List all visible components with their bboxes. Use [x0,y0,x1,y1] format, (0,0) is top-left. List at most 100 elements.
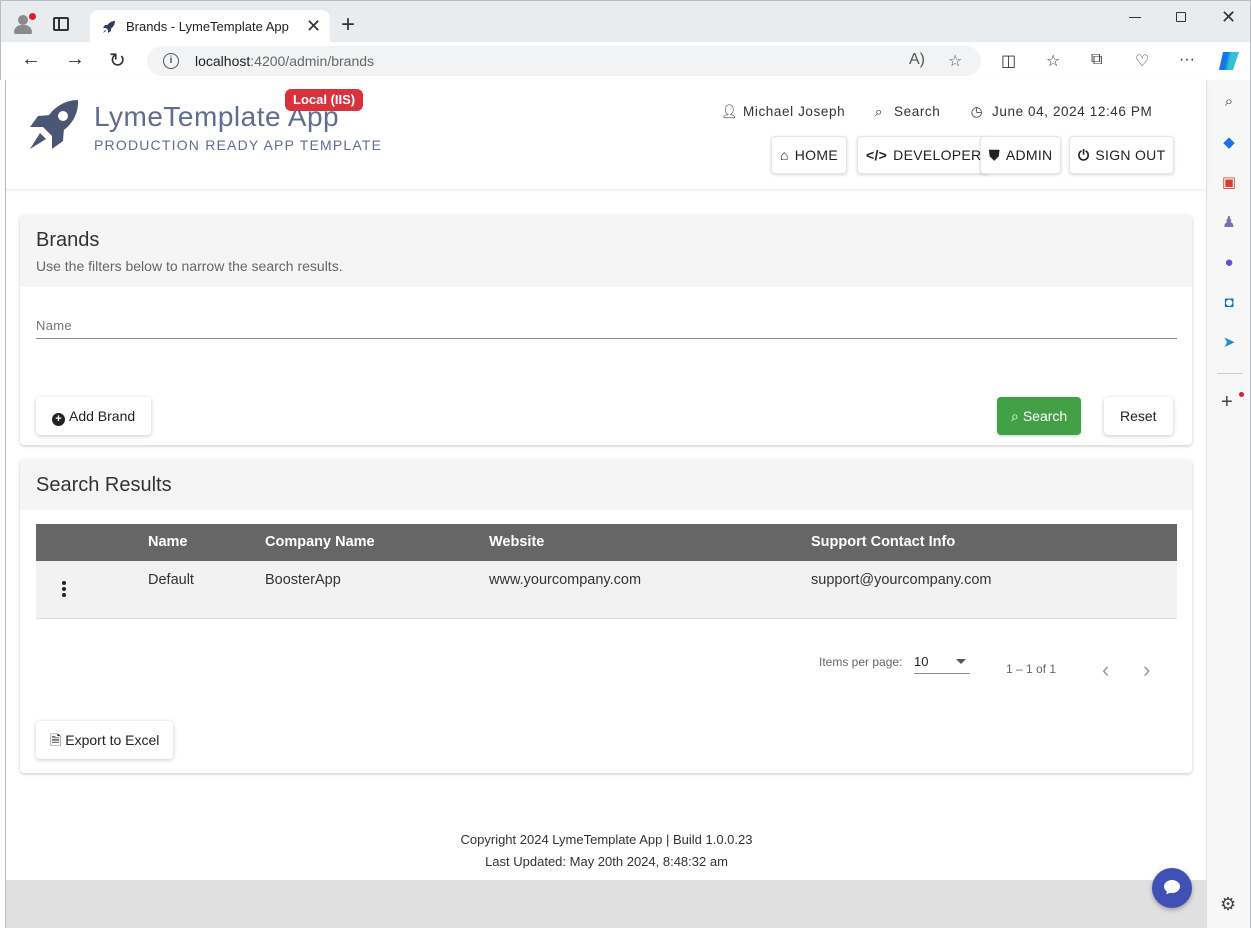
shield-icon: ⛊ [989,147,1000,163]
export-excel-button[interactable]: 🗎︎ Export to Excel [36,721,174,759]
read-aloud-icon[interactable]: A) [909,51,925,69]
search-button-label: Search [1022,408,1068,424]
developer-label: DEVELOPER [893,147,982,163]
datetime-text: June 04, 2024 12:46 PM [992,104,1153,119]
cell-support: support@yourcompany.com [811,572,992,588]
home-button[interactable]: ⌂ HOME [771,136,847,174]
user-menu[interactable]: 👤︎ Michael Joseph [721,104,845,120]
signout-label: SIGN OUT [1095,147,1166,163]
row-actions-menu-icon[interactable] [60,581,68,599]
home-label: HOME [794,147,838,163]
copilot-icon[interactable] [1217,50,1241,72]
cell-company: BoosterApp [265,572,341,588]
filter-card: Brands Use the filters below to narrow t… [20,215,1192,445]
add-sidebar-app-icon[interactable]: + [1221,391,1233,414]
search-icon: ⌕ [874,104,884,119]
sidebar-divider [1217,373,1243,374]
page-title: Brands [36,229,100,251]
shopping-tag-icon[interactable]: ◆ [1219,133,1239,153]
search-button-icon: ⌕ [1011,408,1019,424]
signout-button[interactable]: ⏻ SIGN OUT [1069,136,1175,174]
table-row[interactable]: Default BoosterApp www.yourcompany.com s… [36,561,1177,619]
filter-card-header: Brands Use the filters below to narrow t… [20,215,1192,287]
footer-bar [6,880,1207,928]
refresh-icon[interactable]: ↻ [109,48,126,73]
developer-button[interactable]: </> DEVELOPER [857,136,991,174]
next-page-icon[interactable]: › [1143,657,1150,683]
notification-dot [1239,392,1244,397]
previous-page-icon[interactable]: ‹ [1102,657,1109,683]
column-header-name[interactable]: Name [148,534,188,550]
search-sidebar-icon[interactable]: ⌕ [1219,92,1239,112]
table-header: Name Company Name Website Support Contac… [36,524,1177,561]
page-subtitle: Use the filters below to narrow the sear… [36,258,343,274]
name-filter-label: Name [36,318,72,333]
reset-button[interactable]: Reset [1104,397,1173,435]
favorites-icon[interactable]: ☆ [1046,51,1060,71]
column-header-company[interactable]: Company Name [265,534,375,550]
microsoft365-icon[interactable]: ● [1219,253,1239,273]
favorite-star-icon[interactable]: ☆ [948,51,962,71]
add-brand-button[interactable]: + Add Brand [36,397,152,435]
search-button[interactable]: ⌕ Search [997,397,1082,435]
app-header: LymeTemplate App Local (IIS) PRODUCTION … [6,80,1207,190]
results-title: Search Results [36,474,172,496]
collections-icon[interactable]: ⧉ [1091,51,1102,69]
code-icon: </> [866,147,888,163]
minimize-icon[interactable] [1129,17,1141,18]
more-icon[interactable]: ··· [1179,51,1195,69]
tab-title: Brands - LymeTemplate App [126,19,289,34]
address-bar[interactable]: i localhost:4200/admin/brands A) ☆ [147,46,981,76]
send-icon[interactable]: ➤ [1219,333,1239,353]
excel-file-icon: 🗎︎ [50,732,62,748]
browser-sidebar: ⌕ ◆ ▣ ♟ ● ◘ ➤ + ⚙ [1206,80,1251,928]
items-per-page-select[interactable]: 10 [914,654,970,674]
browser-essentials-icon[interactable]: ♡ [1135,51,1149,71]
column-header-website[interactable]: Website [489,534,544,550]
page: LymeTemplate App Local (IIS) PRODUCTION … [5,80,1207,928]
user-icon: 👤︎ [721,104,739,119]
results-table: Name Company Name Website Support Contac… [36,524,1177,619]
user-name: Michael Joseph [743,104,846,119]
clock-icon: ◷ [970,104,984,119]
power-icon: ⏻ [1078,147,1090,163]
maximize-icon[interactable] [1176,12,1186,22]
tools-icon[interactable]: ▣ [1219,173,1239,193]
admin-label: ADMIN [1005,147,1053,163]
column-header-support[interactable]: Support Contact Info [811,534,955,550]
games-icon[interactable]: ♟ [1219,213,1239,233]
close-tab-icon[interactable]: ✕ [306,16,321,37]
app-tagline: PRODUCTION READY APP TEMPLATE [94,137,383,153]
header-search-link[interactable]: ⌕ Search [872,104,940,120]
close-window-icon[interactable]: ✕ [1221,7,1236,28]
reset-button-label: Reset [1120,408,1157,424]
browser-tab[interactable]: Brands - LymeTemplate App ✕ [90,10,330,44]
sidebar-settings-icon[interactable]: ⚙ [1220,894,1236,915]
header-search-label: Search [894,104,941,119]
new-tab-icon[interactable]: + [341,11,355,39]
outlook-icon[interactable]: ◘ [1219,293,1239,313]
environment-badge: Local (IIS) [285,89,364,111]
name-filter-input[interactable] [36,338,1177,339]
footer-last-updated: Last Updated: May 20th 2024, 8:48:32 am [485,854,728,869]
browser-tab-bar: Brands - LymeTemplate App ✕ + ✕ [0,0,1251,44]
profile-icon[interactable] [13,13,36,35]
admin-button[interactable]: ⛊ ADMIN [980,136,1062,174]
forward-icon[interactable]: → [65,48,85,71]
url-text[interactable]: localhost:4200/admin/brands [195,53,374,69]
split-screen-icon[interactable]: ◫ [1001,51,1016,71]
rocket-logo-icon[interactable] [20,97,82,159]
info-icon[interactable]: i [163,53,179,69]
footer-copyright: Copyright 2024 LymeTemplate App | Build … [460,832,753,847]
results-card-header: Search Results [20,460,1192,510]
tab-actions-icon[interactable] [53,17,69,31]
chat-button[interactable] [1152,868,1192,908]
add-brand-label: Add Brand [69,408,136,424]
plus-circle-icon: + [52,413,65,426]
cell-name: Default [148,572,194,588]
back-icon[interactable]: ← [21,48,41,71]
pager-range: 1 – 1 of 1 [1006,662,1057,676]
results-card: Search Results Name Company Name Website… [20,460,1192,773]
items-per-page-label: Items per page: [819,655,903,669]
chat-bubble-icon [1164,880,1180,893]
